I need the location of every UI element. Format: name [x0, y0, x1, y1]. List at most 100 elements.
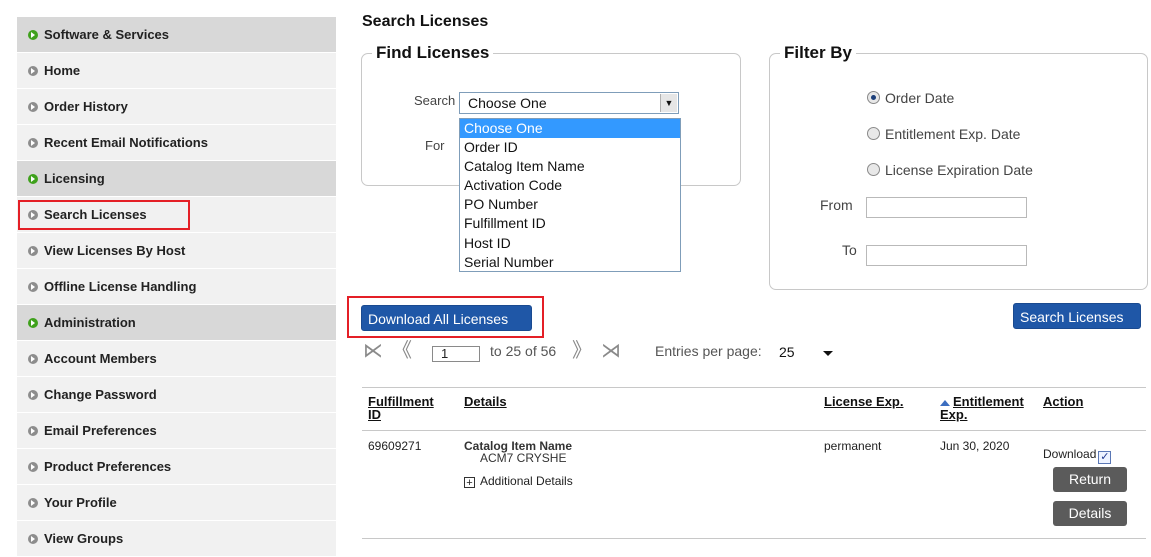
- column-header-license-exp[interactable]: License Exp.: [824, 395, 903, 408]
- sidebar-item-email-preferences[interactable]: Email Preferences: [17, 413, 336, 449]
- search-licenses-button[interactable]: Search Licenses: [1013, 303, 1141, 329]
- sidebar-item-label: Order History: [44, 99, 128, 114]
- sidebar-item-view-licenses-by-host[interactable]: View Licenses By Host: [17, 233, 336, 269]
- bullet-icon: [28, 138, 38, 148]
- bullet-icon: [28, 426, 38, 436]
- bullet-icon: [28, 102, 38, 112]
- expand-bullet-icon: [28, 318, 38, 328]
- details-value: ACM7 CRYSHE: [480, 451, 567, 465]
- additional-details-label: Additional Details: [480, 474, 573, 488]
- radio-icon[interactable]: [867, 127, 880, 140]
- bullet-icon: [28, 210, 38, 220]
- sidebar-item-change-password[interactable]: Change Password: [17, 377, 336, 413]
- last-page-icon[interactable]: ⋊: [601, 340, 621, 362]
- search-field-dropdown: Choose One Order ID Catalog Item Name Ac…: [459, 118, 681, 272]
- to-date-input[interactable]: [866, 245, 1027, 266]
- radio-selected-icon[interactable]: [867, 91, 880, 104]
- next-page-icon[interactable]: 》: [572, 340, 592, 362]
- bullet-icon: [28, 390, 38, 400]
- details-button[interactable]: Details: [1053, 501, 1127, 526]
- sidebar-item-product-preferences[interactable]: Product Preferences: [17, 449, 336, 485]
- sidebar-item-label: Licensing: [44, 171, 105, 186]
- license-exp-cell: permanent: [824, 439, 882, 453]
- header-bottom-rule: [362, 430, 1146, 431]
- column-header-fulfillment-id[interactable]: Fulfillment ID: [368, 395, 448, 421]
- sidebar-item-label: View Licenses By Host: [44, 243, 186, 258]
- sidebar-item-account-members[interactable]: Account Members: [17, 341, 336, 377]
- download-checkbox[interactable]: ✓: [1098, 451, 1112, 464]
- to-label: To: [842, 242, 857, 258]
- sidebar-item-your-profile[interactable]: Your Profile: [17, 485, 336, 521]
- page-number-input[interactable]: 1: [432, 346, 480, 362]
- prev-page-icon[interactable]: 《: [392, 340, 412, 362]
- entries-per-page-label: Entries per page:: [655, 343, 762, 359]
- caret-down-icon: [823, 351, 833, 356]
- column-header-action: Action: [1043, 394, 1084, 409]
- search-label: Search: [414, 93, 456, 108]
- table-top-rule: [362, 387, 1146, 388]
- additional-details-toggle[interactable]: + Additional Details: [464, 474, 573, 489]
- sidebar-item-label: Offline License Handling: [44, 279, 197, 294]
- search-field-select[interactable]: Choose One ▼: [459, 92, 679, 114]
- sidebar-item-recent-email-notifications[interactable]: Recent Email Notifications: [17, 125, 336, 161]
- page-range-text: to 25 of 56: [490, 343, 557, 359]
- page-title: Search Licenses: [362, 13, 489, 30]
- radio-entitlement-exp-date[interactable]: Entitlement Exp. Date: [867, 126, 1020, 142]
- sidebar-item-view-groups[interactable]: View Groups: [17, 521, 336, 557]
- radio-label: Order Date: [885, 90, 955, 106]
- download-checkbox-row: Download ✓: [1043, 447, 1112, 464]
- radio-icon[interactable]: [867, 163, 880, 176]
- table-bottom-rule: [362, 538, 1146, 539]
- sidebar-section-software-services[interactable]: Software & Services: [17, 17, 336, 53]
- dropdown-option[interactable]: Activation Code: [460, 176, 680, 195]
- dropdown-option[interactable]: PO Number: [460, 195, 680, 214]
- from-date-input[interactable]: [866, 197, 1027, 218]
- from-label: From: [820, 197, 853, 213]
- radio-label: License Expiration Date: [885, 162, 1033, 178]
- sidebar-item-label: Your Profile: [44, 495, 117, 510]
- find-licenses-legend: Find Licenses: [376, 43, 490, 62]
- sidebar-item-order-history[interactable]: Order History: [17, 89, 336, 125]
- sidebar-item-home[interactable]: Home: [17, 53, 336, 89]
- sidebar-section-administration[interactable]: Administration: [17, 305, 336, 341]
- sidebar-item-label: Administration: [44, 315, 136, 330]
- bullet-icon: [28, 66, 38, 76]
- dropdown-option[interactable]: Choose One: [460, 119, 680, 139]
- radio-license-expiration-date[interactable]: License Expiration Date: [867, 162, 1033, 178]
- fulfillment-id-cell: 69609271: [368, 439, 422, 453]
- dropdown-option[interactable]: Catalog Item Name: [460, 157, 680, 176]
- select-value: Choose One: [468, 95, 547, 111]
- sidebar-item-search-licenses[interactable]: Search Licenses: [17, 197, 336, 233]
- entries-per-page-select[interactable]: 25: [779, 344, 839, 364]
- column-header-entitlement-exp[interactable]: Entitlement Exp.: [940, 395, 1035, 421]
- sidebar-item-label: View Groups: [44, 531, 124, 546]
- download-all-licenses-button[interactable]: Download All Licenses: [361, 305, 532, 331]
- first-page-icon[interactable]: ⋉: [363, 340, 383, 362]
- dropdown-option[interactable]: Order ID: [460, 138, 680, 157]
- column-header-details[interactable]: Details: [464, 395, 507, 408]
- filter-by-legend: Filter By: [784, 43, 853, 62]
- sidebar-item-label: Software & Services: [44, 27, 170, 42]
- sidebar-section-licensing[interactable]: Licensing: [17, 161, 336, 197]
- return-button[interactable]: Return: [1053, 467, 1127, 492]
- download-label: Download: [1043, 447, 1097, 461]
- radio-label: Entitlement Exp. Date: [885, 126, 1021, 142]
- sidebar-item-label: Account Members: [44, 351, 157, 366]
- bullet-icon: [28, 534, 38, 544]
- plus-icon[interactable]: +: [464, 477, 475, 489]
- chevron-down-icon[interactable]: ▼: [660, 94, 677, 112]
- column-header-label: Entitlement Exp.: [940, 394, 1024, 422]
- for-label: For: [425, 138, 445, 153]
- highlight-frame: [18, 200, 190, 230]
- bullet-icon: [28, 354, 38, 364]
- dropdown-option[interactable]: Fulfillment ID: [460, 214, 680, 233]
- bullet-icon: [28, 246, 38, 256]
- dropdown-option[interactable]: Serial Number: [460, 253, 680, 272]
- entitlement-exp-cell: Jun 30, 2020: [940, 439, 1010, 453]
- bullet-icon: [28, 282, 38, 292]
- sidebar-item-offline-license-handling[interactable]: Offline License Handling: [17, 269, 336, 305]
- expand-bullet-icon: [28, 174, 38, 184]
- dropdown-option[interactable]: Host ID: [460, 234, 680, 253]
- radio-order-date[interactable]: Order Date: [867, 90, 954, 106]
- sidebar-item-label: Home: [44, 63, 81, 78]
